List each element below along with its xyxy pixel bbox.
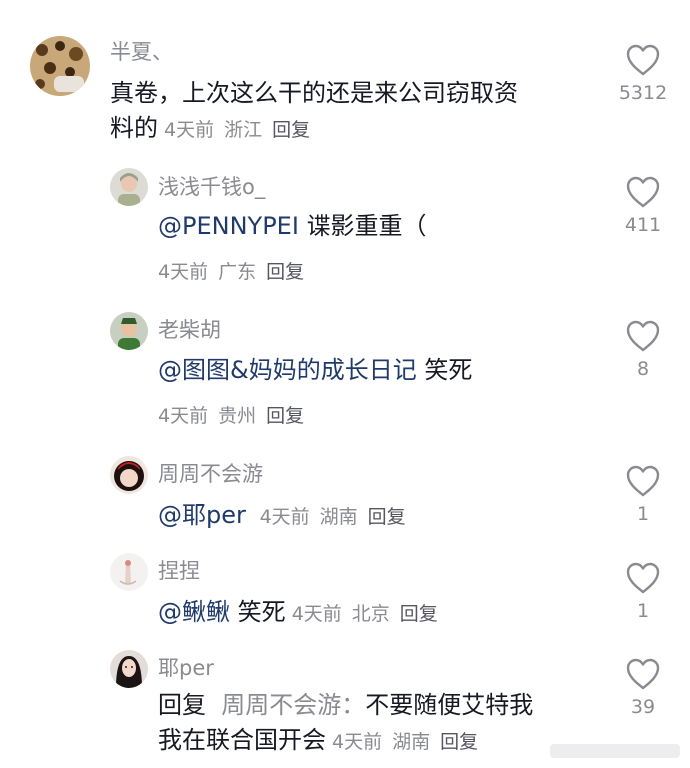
heart-outline-icon — [626, 465, 660, 497]
avatar[interactable] — [110, 553, 148, 591]
comment-text: @PENNYPEI 谍影重重（ — [158, 209, 427, 244]
like-button[interactable]: 5312 — [613, 44, 673, 104]
location: 湖南 — [392, 731, 431, 753]
comment-text-line: 料的 4天前 浙江 回复 — [110, 111, 580, 148]
reply-button[interactable]: 回复 — [368, 506, 406, 528]
avatar[interactable] — [110, 456, 148, 494]
like-count: 411 — [624, 214, 662, 236]
comment-meta: 4天前 贵州 回复 — [158, 401, 314, 428]
avatar[interactable] — [110, 650, 148, 688]
like-button[interactable]: 1 — [613, 465, 673, 525]
username[interactable]: 耶per — [158, 652, 214, 682]
comment-meta: 4天前 湖南 回复 — [326, 731, 488, 753]
comment-text-line: 真卷，上次这么干的还是来公司窃取资 — [110, 79, 518, 107]
reply-button[interactable]: 回复 — [266, 405, 304, 427]
like-count: 1 — [636, 503, 650, 525]
timestamp: 4天前 — [158, 261, 209, 283]
location: 浙江 — [224, 119, 263, 141]
timestamp: 4天前 — [164, 119, 215, 141]
comment-text-line: 我在联合国开会 4天前 湖南 回复 — [158, 723, 598, 760]
watermark — [550, 740, 680, 762]
comment-text-line: 回复 周周不会游：不要随便艾特我 — [158, 688, 598, 723]
comment-text: 真卷，上次这么干的还是来公司窃取资 料的 4天前 浙江 回复 — [110, 76, 580, 148]
heart-outline-icon — [626, 320, 660, 352]
comment-text: @鳅鳅 笑死 4天前 北京 回复 — [158, 595, 448, 632]
reply-button[interactable]: 回复 — [400, 603, 438, 625]
comment-text: @图图&妈妈的成长日记 笑死 — [158, 353, 472, 388]
timestamp: 4天前 — [291, 603, 342, 625]
username[interactable]: 周周不会游 — [158, 458, 263, 488]
like-count: 8 — [636, 358, 650, 380]
mention-link[interactable]: @图图&妈妈的成长日记 — [158, 356, 417, 384]
comment-text: @耶per 4天前 湖南 回复 — [158, 498, 416, 535]
reply-button[interactable]: 回复 — [440, 731, 478, 753]
heart-outline-icon — [626, 658, 660, 690]
comment-text-part: 笑死 — [237, 598, 286, 626]
location: 广东 — [218, 261, 257, 283]
mention-link[interactable]: @PENNYPEI — [158, 212, 299, 240]
avatar[interactable] — [110, 312, 148, 350]
mention-link[interactable]: @鳅鳅 — [158, 598, 230, 626]
comment-text-part: 我在联合国开会 — [158, 726, 326, 754]
timestamp: 4天前 — [158, 405, 209, 427]
reply-prefix: 回复 — [158, 691, 206, 719]
timestamp: 4天前 — [259, 506, 310, 528]
comment-meta: 4天前 浙江 回复 — [158, 119, 320, 141]
location: 湖南 — [319, 506, 358, 528]
username[interactable]: 老柴胡 — [158, 314, 221, 344]
comment-text-part: 谍影重重（ — [306, 212, 427, 240]
reply-target-username[interactable]: 周周不会游： — [221, 691, 365, 719]
comment-text-part: 料的 — [110, 114, 158, 142]
like-button[interactable]: 8 — [613, 320, 673, 380]
comment-meta: 4天前 北京 回复 — [286, 603, 448, 625]
like-button[interactable]: 1 — [613, 562, 673, 622]
location: 北京 — [351, 603, 390, 625]
heart-outline-icon — [626, 562, 660, 594]
location: 贵州 — [218, 405, 257, 427]
like-button[interactable]: 39 — [613, 658, 673, 718]
username[interactable]: 浅浅千钱o_ — [158, 171, 265, 201]
username[interactable]: 半夏、 — [110, 36, 173, 66]
comment-text-part: 笑死 — [424, 356, 473, 384]
comment-meta: 4天前 湖南 回复 — [254, 506, 416, 528]
avatar[interactable] — [110, 168, 148, 206]
like-count: 1 — [636, 600, 650, 622]
like-button[interactable]: 411 — [613, 176, 673, 236]
like-count: 39 — [630, 696, 656, 718]
heart-outline-icon — [626, 44, 660, 76]
avatar[interactable] — [30, 36, 90, 96]
reply-button[interactable]: 回复 — [272, 119, 310, 141]
timestamp: 4天前 — [332, 731, 383, 753]
reply-button[interactable]: 回复 — [266, 261, 304, 283]
comment-text: 回复 周周不会游：不要随便艾特我 我在联合国开会 4天前 湖南 回复 — [158, 688, 598, 760]
comment-text-part: 不要随便艾特我 — [365, 691, 534, 719]
comment-meta: 4天前 广东 回复 — [158, 257, 314, 284]
mention-link[interactable]: @耶per — [158, 501, 246, 529]
heart-outline-icon — [626, 176, 660, 208]
username[interactable]: 捏捏 — [158, 555, 200, 585]
like-count: 5312 — [618, 82, 668, 104]
